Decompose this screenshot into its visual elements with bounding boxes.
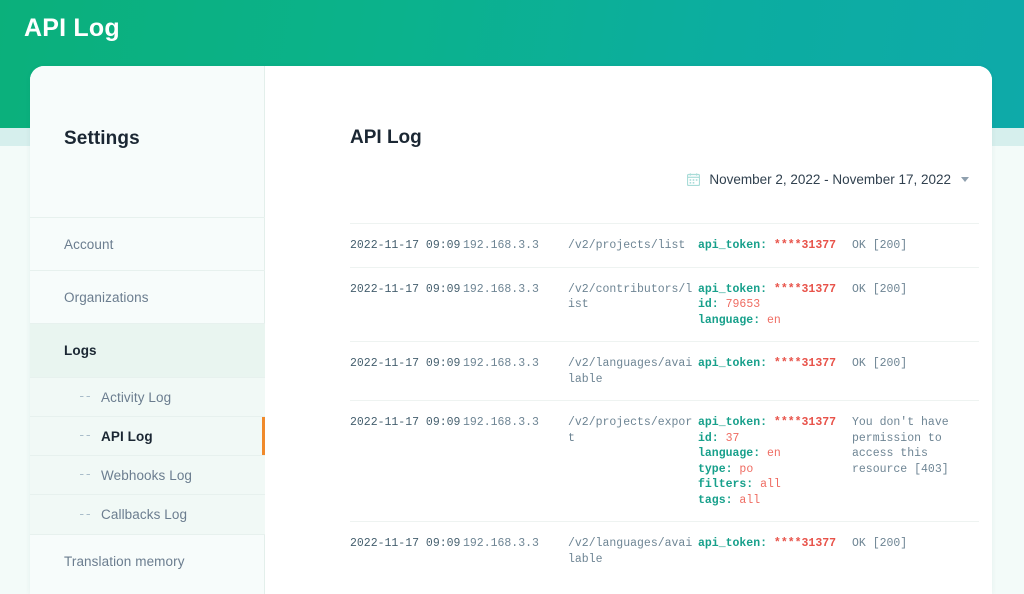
log-endpoint: /v2/languages/available (568, 357, 693, 386)
param-value: all (732, 493, 761, 507)
param-key: api_token: (698, 239, 768, 252)
param-value: en (760, 313, 781, 327)
api-log-table: 2022-11-17 09:09 192.168.3.3/v2/projects/… (350, 223, 979, 580)
sub-item-dash-icon: -- (78, 468, 92, 482)
param-value: po (732, 462, 754, 476)
param-value: ****31377 (767, 239, 837, 252)
log-parameters: api_token: ****31377 (698, 238, 852, 254)
log-status: You don't have permission to access this… (852, 416, 949, 476)
sidebar-item-logs[interactable]: Logs (30, 323, 265, 377)
param-key: filters: (698, 478, 754, 491)
log-status: OK [200] (852, 357, 908, 370)
param-key: language: (698, 447, 761, 460)
date-range-value: November 2, 2022 - November 17, 2022 (709, 172, 951, 187)
param-value: 79653 (718, 298, 761, 311)
sidebar-item-label: API Log (101, 428, 153, 444)
log-status: OK [200] (852, 239, 908, 252)
log-status: OK [200] (852, 537, 908, 550)
log-timestamp: 2022-11-17 09:09 (350, 239, 461, 252)
sidebar-item-label: Callbacks Log (101, 507, 188, 522)
sidebar-title: Settings (64, 128, 140, 149)
param-key: api_token: (698, 282, 768, 296)
table-row[interactable]: 2022-11-17 09:09 192.168.3.3/v2/languages… (350, 341, 979, 400)
param-key: api_token: (698, 537, 768, 550)
log-timestamp: 2022-11-17 09:09 (350, 416, 461, 429)
log-timestamp: 2022-11-17 09:09 (350, 357, 461, 370)
log-status: OK [200] (852, 282, 908, 296)
param-value: ****31377 (767, 537, 837, 550)
param-key: api_token: (698, 357, 768, 370)
log-endpoint: /v2/contributors/list (568, 282, 693, 312)
app-title: API Log (24, 14, 120, 42)
calendar-icon (687, 173, 701, 186)
table-row[interactable]: 2022-11-17 09:09 192.168.3.3/v2/projects/… (350, 223, 979, 267)
sidebar-item-account[interactable]: Account (30, 217, 265, 270)
param-key: id: (698, 431, 719, 445)
param-value: 37 (718, 431, 740, 445)
sub-item-dash-icon: -- (78, 429, 92, 443)
param-key: tags: (698, 493, 733, 507)
sidebar-item-translation-memory[interactable]: Translation memory (30, 534, 265, 587)
sidebar-item-label: Account (64, 236, 114, 252)
log-timestamp: 2022-11-17 09:09 (350, 282, 461, 296)
param-key: language: (698, 313, 761, 327)
param-value: ****31377 (767, 416, 837, 429)
log-ip-address: 192.168.3.3 (463, 416, 539, 429)
sidebar-item-callbacks-log[interactable]: -- Callbacks Log (30, 494, 265, 534)
sidebar-item-api-log[interactable]: -- API Log (30, 416, 265, 455)
settings-sidebar: Settings Account Organizations Logs -- Activ… (30, 66, 265, 594)
log-parameters: api_token: ****31377 (698, 356, 852, 387)
sidebar-item-label: Activity Log (101, 389, 172, 405)
sidebar-item-label: Logs (64, 343, 97, 358)
log-parameters: api_token: ****31377 (698, 536, 852, 567)
param-key: type: (698, 462, 733, 476)
sub-item-dash-icon: -- (78, 390, 92, 404)
table-row[interactable]: 2022-11-17 09:09 192.168.3.3/v2/projects/… (350, 400, 979, 521)
sidebar-item-label: Webhooks Log (101, 467, 193, 483)
table-row[interactable]: 2022-11-17 09:09 192.168.3.3/v2/languages… (350, 521, 979, 580)
log-parameters: api_token: ****31377 id: 79653 language: e… (698, 282, 852, 329)
param-key: api_token: (698, 416, 768, 429)
log-ip-address: 192.168.3.3 (463, 537, 539, 550)
sidebar-item-organizations[interactable]: Organizations (30, 270, 265, 323)
sidebar-item-label: Organizations (64, 289, 149, 305)
log-timestamp: 2022-11-17 09:09 (350, 537, 461, 550)
table-row[interactable]: 2022-11-17 09:09 192.168.3.3/v2/contribut… (350, 266, 979, 342)
sidebar-item-webhooks-log[interactable]: -- Webhooks Log (30, 455, 265, 494)
param-key: id: (698, 298, 719, 311)
log-ip-address: 192.168.3.3 (463, 357, 539, 370)
param-value: en (760, 447, 781, 460)
log-ip-address: 192.168.3.3 (463, 239, 539, 252)
content-card: Settings Account Organizations Logs -- Activ… (30, 66, 992, 594)
page-root: API Log Settings Account Organizations Log… (0, 0, 1024, 594)
log-parameters: api_token: ****31377 id: 37 language: en ty… (698, 415, 852, 508)
param-value: all (753, 478, 781, 491)
main-panel: API Log November 2, 2022 - November 17, … (265, 66, 992, 594)
sub-item-dash-icon: -- (78, 507, 92, 522)
log-ip-address: 192.168.3.3 (463, 282, 539, 296)
page-title: API Log (350, 127, 422, 148)
param-value: ****31377 (767, 282, 837, 296)
log-endpoint: /v2/projects/export (568, 416, 693, 445)
log-endpoint: /v2/projects/list (568, 239, 686, 252)
log-endpoint: /v2/languages/available (568, 537, 693, 566)
sidebar-item-activity-log[interactable]: -- Activity Log (30, 377, 265, 416)
date-range-picker[interactable]: November 2, 2022 - November 17, 2022 (687, 172, 969, 187)
param-value: ****31377 (767, 357, 837, 370)
sidebar-item-label: Translation memory (64, 553, 185, 569)
chevron-down-icon[interactable] (961, 177, 969, 182)
